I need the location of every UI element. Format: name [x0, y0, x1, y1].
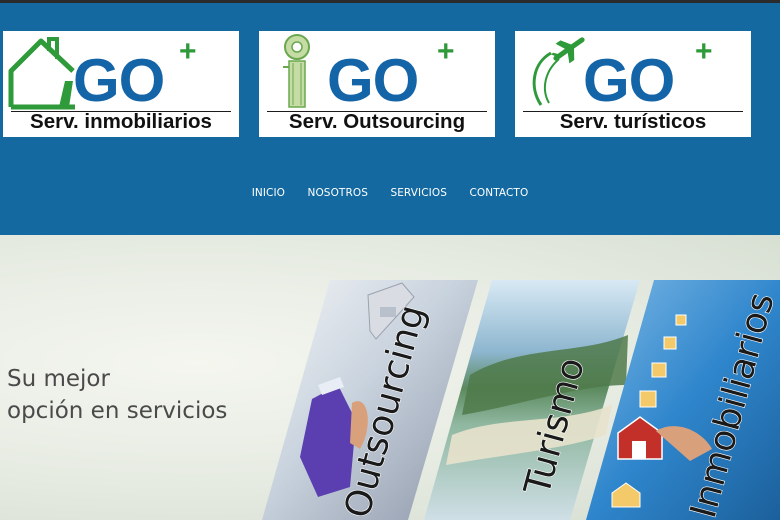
hero-tagline: Su mejor opción en servicios: [7, 363, 227, 427]
nav-item-nosotros[interactable]: NOSOTROS: [307, 183, 368, 203]
logo-outsourcing[interactable]: GO + Serv. Outsourcing: [259, 31, 495, 137]
brand-wordmark: GO: [327, 47, 419, 114]
hero-banner: Outsourcing Turismo Inmobiliarios Su mej…: [0, 235, 780, 520]
logo-inmobiliarios[interactable]: GO + Serv. inmobiliarios: [3, 31, 239, 137]
plus-sign: +: [695, 35, 713, 68]
site-header: GO + Serv. inmobiliarios GO + Serv. Outs…: [0, 3, 780, 235]
brand-wordmark: GO: [583, 47, 675, 114]
nav-item-inicio[interactable]: INICIO: [252, 183, 285, 203]
logo-turisticos[interactable]: GO + Serv. turísticos: [515, 31, 751, 137]
logo-subtitle: Serv. inmobiliarios: [30, 110, 212, 133]
logo-subtitle: Serv. Outsourcing: [288, 110, 466, 133]
main-nav: INICIO NOSOTROS SERVICIOS CONTACTO: [0, 183, 780, 203]
nav-item-contacto[interactable]: CONTACTO: [469, 183, 528, 203]
plus-sign: +: [179, 35, 197, 68]
tagline-line-2: opción en servicios: [7, 398, 228, 424]
nav-item-servicios[interactable]: SERVICIOS: [390, 183, 447, 203]
brand-wordmark: GO: [73, 47, 165, 114]
logo-subtitle: Serv. turísticos: [559, 110, 707, 133]
plus-sign: +: [437, 35, 455, 68]
tagline-line-1: Su mejor: [7, 366, 110, 392]
